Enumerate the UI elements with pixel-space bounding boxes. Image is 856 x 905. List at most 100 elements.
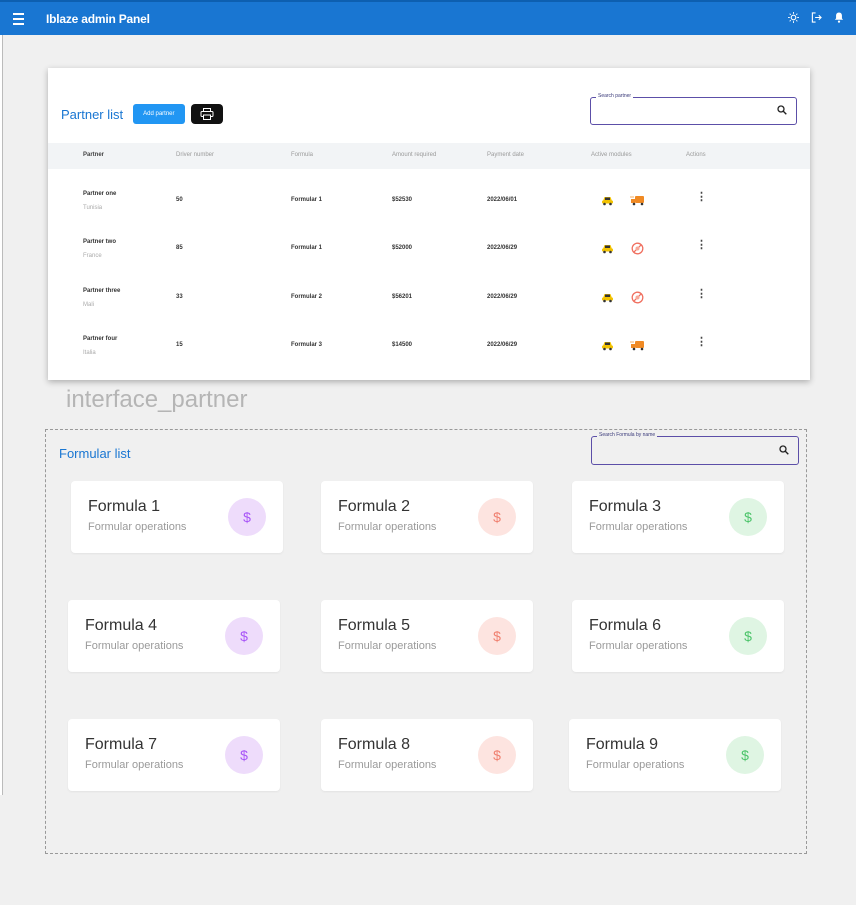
table-row[interactable]: Partner three Mali 33 Formular 2 $56201 … — [48, 288, 810, 336]
payment-date: 2022/06/01 — [487, 197, 518, 203]
amount-cell: $56201 — [392, 294, 413, 300]
logout-icon[interactable] — [811, 12, 822, 25]
row-actions-menu-icon[interactable]: ⋮ — [696, 240, 707, 251]
dollar-icon: $ — [225, 736, 263, 774]
left-edge — [0, 35, 3, 795]
formula-cell: Formular 1 — [291, 197, 323, 203]
formula-list-title: Formular list — [59, 446, 131, 461]
printer-icon — [200, 108, 213, 120]
search-icon[interactable] — [777, 102, 787, 120]
formula-name: Formula 2 — [338, 498, 411, 515]
formula-name: Formula 8 — [338, 736, 411, 753]
dollar-icon: $ — [478, 736, 516, 774]
formula-search-input[interactable]: Search Formula by name — [591, 432, 799, 465]
app-title: Iblaze admin Panel — [46, 11, 150, 26]
partner-list-title: Partner list — [61, 106, 124, 122]
app-bar: Iblaze admin Panel — [0, 0, 856, 35]
blocked-icon — [629, 290, 645, 304]
amount-cell: $52530 — [392, 197, 413, 203]
partner-country: France — [83, 253, 102, 259]
driver-number: 50 — [176, 197, 183, 203]
table-row[interactable]: Partner four Italia 15 Formular 3 $14500… — [48, 336, 810, 384]
bell-icon[interactable] — [834, 12, 844, 25]
menu-icon[interactable] — [10, 9, 32, 29]
driver-number: 33 — [176, 294, 183, 300]
column-header[interactable]: Partner — [83, 152, 104, 158]
column-header[interactable]: Actions — [686, 152, 706, 158]
formula-cell: Formular 1 — [291, 245, 323, 251]
driver-number: 15 — [176, 342, 183, 348]
partner-country: Mali — [83, 302, 95, 308]
formula-name: Formula 6 — [589, 617, 662, 634]
partner-country: Italia — [83, 350, 96, 356]
taxi-icon — [599, 193, 615, 207]
formula-subtitle: Formular operations — [338, 640, 437, 652]
formula-name: Formula 4 — [85, 617, 158, 634]
payment-date: 2022/06/29 — [487, 342, 518, 348]
formula-name: Formula 1 — [88, 498, 161, 515]
table-row[interactable]: Partner two France 85 Formular 1 $52000 … — [48, 239, 810, 287]
taxi-icon — [599, 338, 615, 352]
formula-card[interactable]: Formula 6 Formular operations $ — [572, 600, 784, 672]
partner-search-label: Search partner — [596, 93, 634, 99]
row-actions-menu-icon[interactable]: ⋮ — [696, 289, 707, 300]
amount-cell: $52000 — [392, 245, 413, 251]
taxi-icon — [599, 241, 615, 255]
dollar-icon: $ — [225, 617, 263, 655]
table-row[interactable]: Partner one Tunisia 50 Formular 1 $52530… — [48, 191, 810, 239]
print-button[interactable] — [190, 104, 223, 124]
partner-search-input[interactable]: Search partner — [590, 93, 797, 125]
formula-search-label: Search Formula by name — [597, 432, 658, 438]
formula-subtitle: Formular operations — [338, 521, 437, 533]
dollar-icon: $ — [228, 498, 266, 536]
formula-subtitle: Formular operations — [85, 759, 184, 771]
column-header[interactable]: Formula — [291, 152, 313, 158]
formula-card[interactable]: Formula 1 Formular operations $ — [71, 481, 283, 553]
formula-cell: Formular 2 — [291, 294, 323, 300]
formula-subtitle: Formular operations — [589, 521, 688, 533]
taxi-icon — [599, 290, 615, 304]
column-header[interactable]: Amount required — [392, 152, 436, 158]
payment-date: 2022/06/29 — [487, 294, 518, 300]
column-header[interactable]: Driver number — [176, 152, 214, 158]
formula-subtitle: Formular operations — [589, 640, 688, 652]
formula-card[interactable]: Formula 4 Formular operations $ — [68, 600, 280, 672]
partner-name: Partner four — [83, 336, 118, 342]
sun-icon[interactable] — [788, 12, 799, 25]
delivery-icon — [630, 193, 646, 207]
formula-card[interactable]: Formula 3 Formular operations $ — [572, 481, 784, 553]
table-header: Partner Driver number Formula Amount req… — [48, 143, 810, 169]
formula-subtitle: Formular operations — [88, 521, 187, 533]
formula-card[interactable]: Formula 9 Formular operations $ — [569, 719, 781, 791]
formula-card[interactable]: Formula 8 Formular operations $ — [321, 719, 533, 791]
formula-name: Formula 9 — [586, 736, 659, 753]
column-header[interactable]: Active modules — [591, 152, 632, 158]
row-actions-menu-icon[interactable]: ⋮ — [696, 337, 707, 348]
amount-cell: $14500 — [392, 342, 413, 348]
partner-name: Partner two — [83, 239, 117, 245]
add-partner-button[interactable]: Add partner — [133, 104, 185, 124]
blocked-icon — [629, 241, 645, 255]
partner-country: Tunisia — [83, 205, 103, 211]
dollar-icon: $ — [478, 498, 516, 536]
column-header[interactable]: Payment date — [487, 152, 524, 158]
appbar-actions — [788, 12, 844, 25]
formula-card[interactable]: Formula 7 Formular operations $ — [68, 719, 280, 791]
formula-subtitle: Formular operations — [586, 759, 685, 771]
dollar-icon: $ — [726, 736, 764, 774]
formula-card[interactable]: Formula 2 Formular operations $ — [321, 481, 533, 553]
partner-list-card: Partner list Add partner Search partner … — [48, 68, 810, 380]
search-icon[interactable] — [779, 442, 789, 460]
row-actions-menu-icon[interactable]: ⋮ — [696, 192, 707, 203]
dollar-icon: $ — [729, 617, 767, 655]
section-caption: interface_partner — [66, 386, 248, 413]
formula-subtitle: Formular operations — [338, 759, 437, 771]
partner-name: Partner three — [83, 288, 121, 294]
driver-number: 85 — [176, 245, 183, 251]
formula-name: Formula 5 — [338, 617, 411, 634]
formula-name: Formula 7 — [85, 736, 158, 753]
formula-name: Formula 3 — [589, 498, 662, 515]
formula-card[interactable]: Formula 5 Formular operations $ — [321, 600, 533, 672]
partner-list-header: Partner list Add partner — [61, 104, 223, 124]
partner-name: Partner one — [83, 191, 117, 197]
